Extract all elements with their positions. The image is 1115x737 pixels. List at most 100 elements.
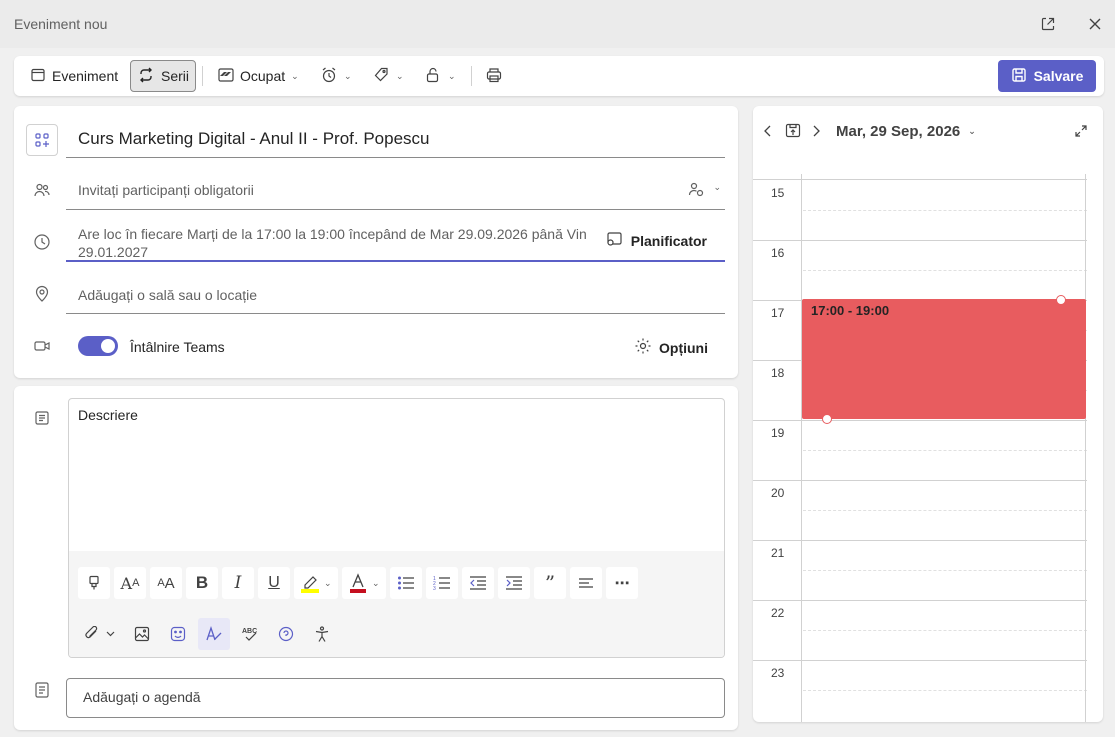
hour-row[interactable]: 15 [753,180,1087,240]
hour-row[interactable]: 21 [753,540,1087,600]
description-card: Descriere AA AA B I U ⌄ ⌄ 123 ” ⋯ ABC Ad… [14,386,738,730]
scheduler-icon [605,230,623,251]
event-tab-label: Eveniment [52,68,119,84]
hour-label: 18 [771,366,785,380]
resize-handle-top[interactable] [1056,295,1066,305]
tag-icon [372,66,390,87]
teams-meeting-label: Întâlnire Teams [130,339,225,355]
scheduler-label: Planificator [630,232,707,249]
print-button[interactable] [479,60,509,92]
underline-icon[interactable]: U [258,567,290,599]
hour-grid: 15 16 17 18 19 20 21 22 23 [753,180,1087,720]
image-icon[interactable] [126,618,158,650]
recurrence-field[interactable]: Are loc în fiecare Marți de la 17:00 la … [66,218,725,262]
font-size-icon[interactable]: AA [150,567,182,599]
event-title-input[interactable]: Curs Marketing Digital - Anul II - Prof.… [78,129,429,149]
series-tab-label: Serii [161,68,190,84]
add-attendee-options-icon[interactable] [687,180,705,201]
location-field[interactable]: Adăugați o sală sau o locație [66,276,725,314]
attendees-input[interactable]: Invitați participanți obligatorii [78,182,254,198]
chevron-left-icon[interactable] [763,124,773,141]
options-label: Opțiuni [659,339,708,356]
options-button[interactable]: Opțiuni [634,337,708,358]
description-editor[interactable]: Descriere AA AA B I U ⌄ ⌄ 123 ” ⋯ ABC [68,398,725,658]
svg-text:3: 3 [433,586,436,591]
indent-icon[interactable] [498,567,530,599]
attach-icon[interactable] [78,618,122,650]
hour-label: 21 [771,546,785,560]
category-picker-icon[interactable] [26,124,58,156]
italic-icon[interactable]: I [222,567,254,599]
location-input[interactable]: Adăugați o sală sau o locație [78,287,257,303]
date-picker[interactable]: Mar, 29 Sep, 2026 ⌄ [836,123,976,140]
quote-icon[interactable]: ” [534,567,566,599]
save-button[interactable]: Salvare [998,60,1096,92]
day-calendar-card: Mar, 29 Sep, 2026 ⌄ 15 16 17 18 19 20 21 22 23 1… [753,106,1103,722]
bullet-list-icon[interactable] [390,567,422,599]
busy-status-dropdown[interactable]: Ocupat ⌄ [212,60,305,92]
font-icon[interactable]: AA [114,567,146,599]
series-tab[interactable]: Serii [130,60,197,92]
hour-label: 20 [771,486,785,500]
agenda-input[interactable]: Adăugați o agendă [83,689,201,705]
scheduler-button[interactable]: Planificator [605,230,707,251]
hour-label: 15 [771,186,785,200]
repeat-icon [137,66,155,87]
expand-icon[interactable] [1075,124,1087,140]
chevron-right-icon[interactable] [811,124,821,141]
spellcheck-icon[interactable]: ABC [234,618,266,650]
chevron-down-icon: ⌄ [291,70,299,81]
numbered-list-icon[interactable]: 123 [426,567,458,599]
attendees-icon [32,180,52,200]
event-block[interactable]: 17:00 - 19:00 [802,295,1086,424]
title-field[interactable]: Curs Marketing Digital - Anul II - Prof.… [66,120,725,158]
agenda-icon [32,680,52,700]
alarm-icon [320,66,338,87]
save-icon [1011,67,1027,86]
more-options-icon[interactable]: ⋯ [606,567,638,599]
calendar-icon [30,67,46,86]
privacy-dropdown[interactable]: ⌄ [418,60,462,92]
event-tab[interactable]: Eveniment [24,60,124,92]
reminder-dropdown[interactable]: ⌄ [314,60,358,92]
outdent-icon[interactable] [462,567,494,599]
popout-icon[interactable] [1036,12,1060,36]
title-bar: Eveniment nou [0,0,1115,48]
chevron-down-icon: ⌄ [968,126,976,136]
category-dropdown[interactable]: ⌄ [366,60,410,92]
hour-row[interactable]: 23 [753,660,1087,720]
loop-icon[interactable] [270,618,302,650]
teams-meeting-toggle[interactable] [78,336,118,356]
align-left-icon[interactable] [570,567,602,599]
format-painter-icon[interactable] [78,567,110,599]
gear-icon [634,337,652,358]
chevron-down-icon: ⌄ [713,182,721,192]
sticker-icon[interactable] [162,618,194,650]
today-icon[interactable] [785,123,801,142]
hour-label: 23 [771,666,785,680]
attendees-field[interactable]: Invitați participanți obligatorii ⌄ [66,172,725,210]
formatting-toolbar: AA AA B I U ⌄ ⌄ 123 ” ⋯ ABC [69,551,724,657]
hour-row[interactable]: 16 [753,240,1087,300]
recurrence-line-2: 29.01.2027 [78,244,149,260]
date-label: Mar, 29 Sep, 2026 [836,123,961,140]
agenda-field[interactable]: Adăugați o agendă [66,678,725,718]
highlight-icon[interactable]: ⌄ [294,567,338,599]
status-icon [218,67,234,85]
font-color-icon[interactable]: ⌄ [342,567,386,599]
bold-icon[interactable]: B [186,567,218,599]
resize-handle-bottom[interactable] [822,414,832,424]
description-placeholder: Descriere [78,407,138,423]
hour-row[interactable]: 22 [753,600,1087,660]
text-description-icon [32,408,52,428]
location-icon [32,284,52,304]
clock-icon [32,232,52,252]
accessibility-icon[interactable] [306,618,338,650]
toolbar: Eveniment Serii Ocupat ⌄ ⌄ ⌄ ⌄ Salvare [14,56,1104,96]
editor-icon[interactable] [198,618,230,650]
hour-row[interactable]: 20 [753,480,1087,540]
hour-row[interactable]: 19 [753,420,1087,480]
close-icon[interactable] [1083,12,1107,36]
event-time-label: 17:00 - 19:00 [811,303,890,318]
chevron-down-icon: ⌄ [344,70,352,81]
